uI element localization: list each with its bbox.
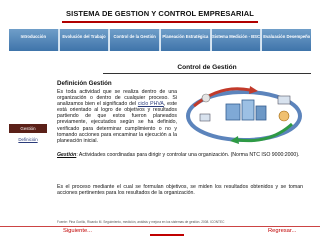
phva-cycle-link[interactable]: ciclo PHVA <box>138 101 164 107</box>
section-divider <box>103 73 311 74</box>
paragraph-definition-end: , este está orientado al logro de objeti… <box>57 101 177 144</box>
nav-item-introduccion[interactable]: Introducción <box>9 29 59 51</box>
footer-accent-bar <box>150 234 184 236</box>
management-cycle-illustration <box>180 80 308 148</box>
sidebar-link-definicion[interactable]: Definición <box>9 133 47 142</box>
page-title: SISTEMA DE GESTION Y CONTROL EMPRESARIAL <box>66 9 254 18</box>
back-link[interactable]: Regresar... <box>268 228 296 234</box>
section-title: Control de Gestión <box>177 64 237 71</box>
sidebar: Gestión Definición <box>9 124 47 142</box>
next-page-link[interactable]: Siguiente... <box>63 228 92 234</box>
footer-divider <box>0 226 320 227</box>
header: SISTEMA DE GESTION Y CONTROL EMPRESARIAL <box>0 0 320 26</box>
paragraph-gestion-definition: Gestión: Actividades coordinadas para di… <box>57 152 303 158</box>
nav-item-evaluacion-desempeno[interactable]: Evaluación Desempeño <box>262 29 312 51</box>
sidebar-item-gestion[interactable]: Gestión <box>9 124 47 133</box>
paragraph-gestion-text: : Actividades coordinadas para dirigir y… <box>76 152 300 158</box>
title-underline <box>62 21 258 23</box>
nav-item-control-gestion[interactable]: Control de la Gestión <box>110 29 161 51</box>
paragraph-definition: Es toda actividad que se realiza dentro … <box>57 89 177 144</box>
term-gestion: Gestión <box>57 152 77 158</box>
nav-item-sistema-medicion[interactable]: Sistema Medición - BSC <box>211 29 262 51</box>
nav-item-evolucion-trabajo[interactable]: Evolución del Trabajo <box>59 29 110 51</box>
paragraph-process: Es el proceso mediante el cual se formul… <box>57 184 303 197</box>
nav-item-planeacion-estrategica[interactable]: Planeación Estratégica <box>161 29 211 51</box>
source-citation: Fuente: Pina Gorillo, Ricardo M. Seguimi… <box>57 220 225 224</box>
main-nav: Introducción Evolución del Trabajo Contr… <box>9 29 312 51</box>
